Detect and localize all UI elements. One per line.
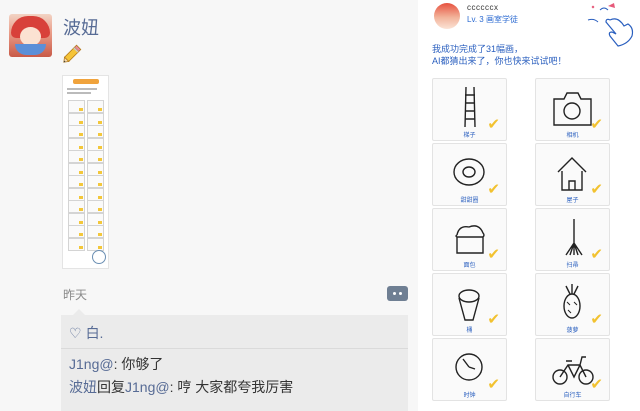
thumbnail-cell (68, 200, 85, 213)
comment-item[interactable]: J1ng@: 你够了 (69, 354, 163, 374)
drawing-card[interactable]: 时钟 ✔ (432, 338, 507, 401)
check-icon: ✔ (590, 376, 603, 393)
result-username: ccccccx (467, 3, 499, 12)
drawing-card[interactable]: 桶 ✔ (432, 273, 507, 336)
likes-row: ♡ 白. (69, 323, 103, 343)
post-username[interactable]: 波妞 (63, 14, 99, 40)
reply-target[interactable]: J1ng@ (125, 379, 170, 395)
pencil-icon (63, 44, 82, 63)
comment-item[interactable]: 波妞回复J1ng@: 哼 大家都夸我厉害 (69, 377, 293, 397)
heart-icon: ♡ (69, 325, 82, 341)
hand-pointer-icon (587, 3, 634, 47)
like-user[interactable]: 白. (86, 325, 104, 341)
check-icon: ✔ (590, 181, 603, 198)
thumbnail-cell (87, 162, 104, 176)
thumbnail-title (73, 79, 99, 84)
drawing-result-panel: ccccccx Lv. 3 画室学徒 我成功完成了31幅画， AI都猜出来了，你… (418, 0, 640, 411)
thumbnail-cell (68, 112, 85, 126)
drawing-card[interactable]: 屋子 ✔ (535, 143, 610, 206)
result-avatar (434, 3, 460, 29)
thumbnail-cell (68, 100, 85, 113)
drawing-card[interactable]: 相机 ✔ (535, 78, 610, 141)
divider (61, 348, 408, 349)
drawing-card[interactable]: 甜甜圈 ✔ (432, 143, 507, 206)
check-icon: ✔ (590, 311, 603, 328)
comment-author[interactable]: J1ng@ (69, 356, 114, 372)
check-icon: ✔ (487, 116, 500, 133)
thumbnail-cell (68, 225, 85, 238)
comment-author[interactable]: 波妞 (69, 379, 97, 395)
reply-word: 回复 (97, 379, 125, 395)
thumbnail-cell (68, 162, 85, 176)
thumbnail-cell (87, 137, 104, 151)
thumbnail-cell (87, 187, 104, 201)
thumbnail-cell (87, 175, 104, 188)
thumbnail-cell (68, 125, 85, 138)
comment-more-button[interactable] (387, 286, 408, 301)
check-icon: ✔ (590, 116, 603, 133)
result-level: Lv. 3 画室学徒 (467, 15, 518, 24)
thumbnail-cell (68, 212, 85, 226)
likes-comments-panel: ♡ 白. J1ng@: 你够了 波妞回复J1ng@: 哼 大家都夸我厉害 (61, 309, 408, 411)
thumbnail-qr (92, 250, 106, 264)
thumbnail-cell (68, 137, 85, 151)
thumbnail-line (67, 92, 91, 94)
thumbnail-cell (68, 187, 85, 201)
check-icon: ✔ (487, 246, 500, 263)
comment-text: 你够了 (121, 356, 164, 372)
drawing-card[interactable]: 面包 ✔ (432, 208, 507, 271)
thumbnail-cell (87, 150, 104, 163)
drawing-card[interactable]: 自行车 ✔ (535, 338, 610, 401)
thumbnail-cell (87, 100, 104, 113)
check-icon: ✔ (487, 311, 500, 328)
thumbnail-cell (68, 237, 85, 251)
thumbnail-cell (87, 200, 104, 213)
drawing-card[interactable]: 菠萝 ✔ (535, 273, 610, 336)
thumbnail-cell (87, 125, 104, 138)
thumbnail-line (67, 88, 97, 90)
thumbnail-cell (68, 175, 85, 188)
thumbnail-cell (68, 150, 85, 163)
moments-post: 波妞 昨天 ♡ 白. J1ng@: 你够了 波妞回复J1ng@: 哼 大家都夸我厉… (0, 0, 418, 411)
comment-text: 哼 大家都夸我厉害 (177, 379, 294, 395)
check-icon: ✔ (487, 376, 500, 393)
check-icon: ✔ (487, 181, 500, 198)
drawing-card[interactable]: 梯子 ✔ (432, 78, 507, 141)
thumbnail-cell (87, 212, 104, 226)
thumbnail-cell (87, 237, 104, 251)
post-image-thumbnail[interactable] (62, 75, 109, 269)
thumbnail-cell (87, 225, 104, 238)
thumbnail-cell (87, 112, 104, 126)
avatar[interactable] (9, 14, 52, 57)
drawing-card[interactable]: 扫帚 ✔ (535, 208, 610, 271)
result-message-line2: AI都猜出来了，你也快来试试吧！ (432, 56, 567, 66)
check-icon: ✔ (590, 246, 603, 263)
post-time: 昨天 (63, 288, 88, 302)
